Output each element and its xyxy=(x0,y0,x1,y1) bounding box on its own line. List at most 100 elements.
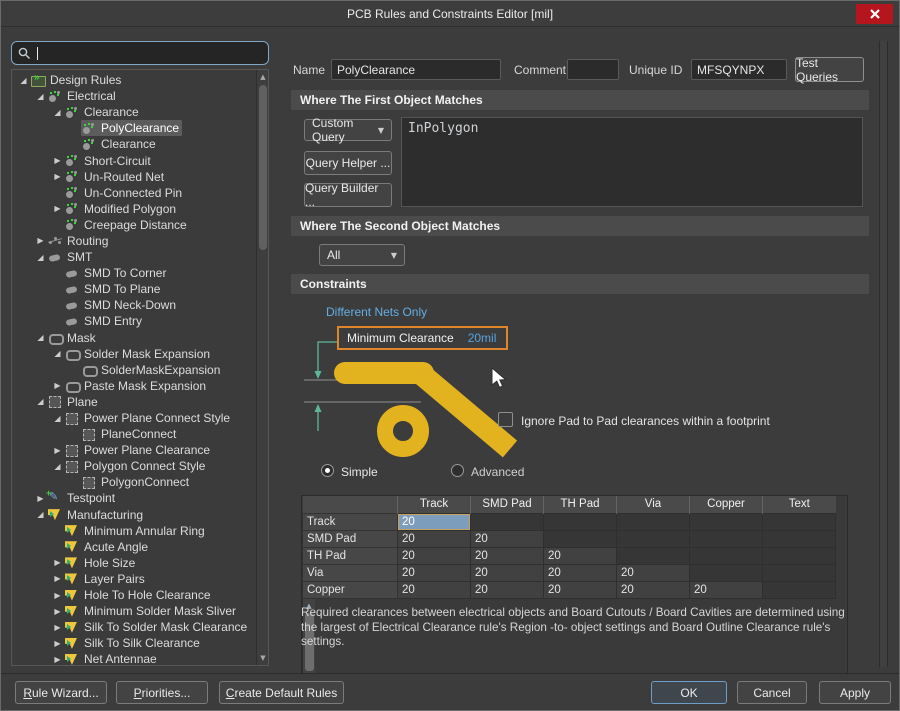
tree-item[interactable]: SolderMaskExpansion xyxy=(13,362,255,378)
search-input[interactable] xyxy=(38,46,238,60)
collapsed-arrow-icon[interactable]: ▶ xyxy=(51,639,64,648)
matrix-cell[interactable]: 20 xyxy=(470,546,544,565)
tree-item[interactable]: ▶ Hole Size xyxy=(13,555,255,571)
tree-item[interactable]: ◢ Solder Mask Expansion xyxy=(13,346,255,362)
tree-item[interactable]: ▶Testpoint xyxy=(13,488,255,506)
tree-item[interactable]: Un-Connected Pin xyxy=(13,185,255,201)
query-builder-button[interactable]: Query Builder ... xyxy=(304,181,392,209)
custom-query-editor[interactable]: InPolygon xyxy=(401,117,863,207)
tree-item[interactable]: SMD To Corner xyxy=(13,265,255,281)
query-helper-button[interactable]: Query Helper ... xyxy=(304,151,392,175)
tree-item[interactable]: ▶ Net Antennae xyxy=(13,651,255,665)
ok-button[interactable]: OK xyxy=(651,681,727,704)
scope-dropdown[interactable]: Custom Query ▼ xyxy=(304,116,392,144)
matrix-cell[interactable]: 20 xyxy=(470,529,544,548)
tree-item[interactable]: ◢ Electrical xyxy=(13,88,255,104)
expanded-arrow-icon[interactable]: ◢ xyxy=(34,397,47,406)
collapsed-arrow-icon[interactable]: ▶ xyxy=(51,655,64,664)
tree-item[interactable]: ◢ SMT xyxy=(13,249,255,265)
matrix-cell[interactable]: 20 xyxy=(543,546,617,565)
tree-item[interactable]: ▶ Layer Pairs xyxy=(13,571,255,587)
matrix-cell[interactable]: 20 xyxy=(397,563,471,582)
collapsed-arrow-icon[interactable]: ▶ xyxy=(51,172,64,181)
tree-item[interactable]: ◢ Polygon Connect Style xyxy=(13,458,255,474)
matrix-cell[interactable]: 20 xyxy=(616,563,690,582)
tree-item[interactable]: ▶ Paste Mask Expansion xyxy=(13,378,255,394)
matrix-cell[interactable]: 20 xyxy=(470,580,544,599)
tree-item[interactable]: SMD Neck-Down xyxy=(13,297,255,313)
matrix-cell[interactable]: 20 xyxy=(543,580,617,599)
expanded-arrow-icon[interactable]: ◢ xyxy=(34,253,47,262)
tree-item[interactable]: ▶ Short-Circuit xyxy=(13,152,255,168)
second-scope-dropdown[interactable]: All ▼ xyxy=(319,244,405,266)
tree-scrollbar[interactable]: ▲ ▼ xyxy=(256,70,268,665)
matrix-cell[interactable]: 20 xyxy=(689,580,763,599)
tree-item[interactable]: ▶ Silk To Silk Clearance xyxy=(13,635,255,651)
tree-item[interactable]: ▶ Hole To Hole Clearance xyxy=(13,587,255,603)
tree-item[interactable]: Clearance xyxy=(13,136,255,152)
collapsed-arrow-icon[interactable]: ▶ xyxy=(51,381,64,390)
rule-search-box[interactable] xyxy=(11,41,269,65)
collapsed-arrow-icon[interactable]: ▶ xyxy=(51,591,64,600)
different-nets-only-link[interactable]: Different Nets Only xyxy=(326,305,427,319)
tree-item[interactable]: Acute Angle xyxy=(13,539,255,555)
expanded-arrow-icon[interactable]: ◢ xyxy=(34,510,47,519)
tree-scroll-thumb[interactable] xyxy=(259,85,267,250)
tree-item[interactable]: SMD To Plane xyxy=(13,281,255,297)
expanded-arrow-icon[interactable]: ◢ xyxy=(34,333,47,342)
matrix-cell[interactable]: 20 xyxy=(397,580,471,599)
tree-item[interactable]: ◢ Clearance xyxy=(13,104,255,120)
collapsed-arrow-icon[interactable]: ▶ xyxy=(51,446,64,455)
tree-item[interactable]: ▶ Power Plane Clearance xyxy=(13,442,255,458)
close-button[interactable] xyxy=(856,4,893,24)
collapsed-arrow-icon[interactable]: ▶ xyxy=(51,623,64,632)
tree-item[interactable]: PolyClearance xyxy=(13,120,255,137)
collapsed-arrow-icon[interactable]: ▶ xyxy=(51,574,64,583)
comment-field[interactable] xyxy=(567,59,619,80)
tree-item[interactable]: ◢ Design Rules xyxy=(13,72,255,88)
expanded-arrow-icon[interactable]: ◢ xyxy=(34,92,47,101)
collapsed-arrow-icon[interactable]: ▶ xyxy=(51,558,64,567)
tree-item[interactable]: ◢ Power Plane Connect Style xyxy=(13,410,255,426)
tree-item[interactable]: ▶ Silk To Solder Mask Clearance xyxy=(13,619,255,635)
matrix-cell[interactable]: 20 xyxy=(397,529,471,548)
apply-button[interactable]: Apply xyxy=(819,681,891,704)
expanded-arrow-icon[interactable]: ◢ xyxy=(51,462,64,471)
matrix-cell[interactable]: 20 xyxy=(397,546,471,565)
expanded-arrow-icon[interactable]: ◢ xyxy=(51,108,64,117)
simple-radio[interactable] xyxy=(321,464,334,477)
expanded-arrow-icon[interactable]: ◢ xyxy=(51,414,64,423)
ignore-pad-to-pad-checkbox[interactable] xyxy=(498,412,513,427)
matrix-cell[interactable]: 20 xyxy=(397,512,471,531)
advanced-radio[interactable] xyxy=(451,464,464,477)
scroll-down-icon[interactable]: ▼ xyxy=(257,652,268,664)
collapsed-arrow-icon[interactable]: ▶ xyxy=(51,204,64,213)
collapsed-arrow-icon[interactable]: ▶ xyxy=(51,156,64,165)
unique-id-field[interactable] xyxy=(691,59,787,80)
tree-item[interactable]: SMD Entry xyxy=(13,313,255,329)
rule-wizard-button[interactable]: Rule Wizard... xyxy=(15,681,107,704)
min-clearance-value[interactable]: 20mil xyxy=(468,331,497,345)
advanced-radio-label[interactable]: Advanced xyxy=(471,465,524,479)
priorities-button[interactable]: Priorities... xyxy=(116,681,208,704)
collapsed-arrow-icon[interactable]: ▶ xyxy=(34,236,47,245)
tree-item[interactable]: ▶ Routing xyxy=(13,233,255,249)
tree-item[interactable]: ◢ Plane xyxy=(13,394,255,410)
tree-item[interactable]: ◢ Mask xyxy=(13,330,255,346)
tree-item[interactable]: Minimum Annular Ring xyxy=(13,523,255,539)
matrix-cell[interactable]: 20 xyxy=(543,563,617,582)
matrix-cell[interactable]: 20 xyxy=(616,580,690,599)
scroll-up-icon[interactable]: ▲ xyxy=(257,71,268,83)
matrix-cell[interactable]: 20 xyxy=(470,563,544,582)
expanded-arrow-icon[interactable]: ◢ xyxy=(17,76,30,85)
cancel-button[interactable]: Cancel xyxy=(737,681,807,704)
test-queries-button[interactable]: Test Queries xyxy=(795,56,864,84)
tree-item[interactable]: ◢ Manufacturing xyxy=(13,507,255,523)
tree-item[interactable]: ▶ Minimum Solder Mask Sliver xyxy=(13,603,255,619)
create-default-rules-button[interactable]: Create Default Rules xyxy=(219,681,344,704)
collapsed-arrow-icon[interactable]: ▶ xyxy=(51,607,64,616)
tree-item[interactable]: ▶ Modified Polygon xyxy=(13,201,255,217)
tree-item[interactable]: Creepage Distance xyxy=(13,217,255,233)
tree-item[interactable]: ▶ Un-Routed Net xyxy=(13,169,255,185)
panel-scrollbar-track[interactable] xyxy=(879,41,888,667)
